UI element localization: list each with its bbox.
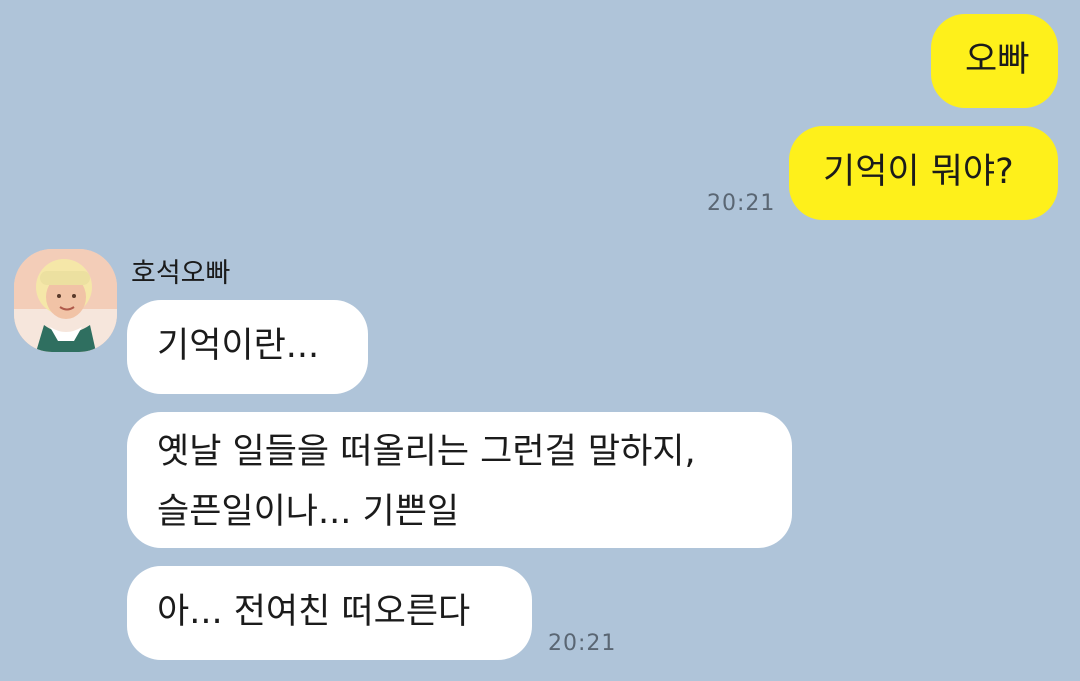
sender-avatar[interactable] bbox=[14, 249, 117, 352]
received-message-bubble[interactable]: 아... 전여친 떠오른다 bbox=[127, 566, 532, 660]
profile-photo-icon bbox=[14, 249, 117, 352]
received-message-bubble[interactable]: 기억이란... bbox=[127, 300, 368, 394]
chat-room: 오빠 기억이 뭐야? 20:21 호석오빠 기억이란... 옛날 일들을 떠올리… bbox=[0, 0, 1080, 681]
message-timestamp: 20:21 bbox=[707, 191, 776, 216]
received-message-bubble[interactable]: 옛날 일들을 떠올리는 그런걸 말하지, 슬픈일이나... 기쁜일 bbox=[127, 412, 792, 548]
sent-message-bubble[interactable]: 오빠 bbox=[931, 14, 1058, 108]
sender-name: 호석오빠 bbox=[131, 258, 231, 289]
message-timestamp: 20:21 bbox=[548, 631, 617, 656]
sent-message-bubble[interactable]: 기억이 뭐야? bbox=[789, 126, 1058, 220]
